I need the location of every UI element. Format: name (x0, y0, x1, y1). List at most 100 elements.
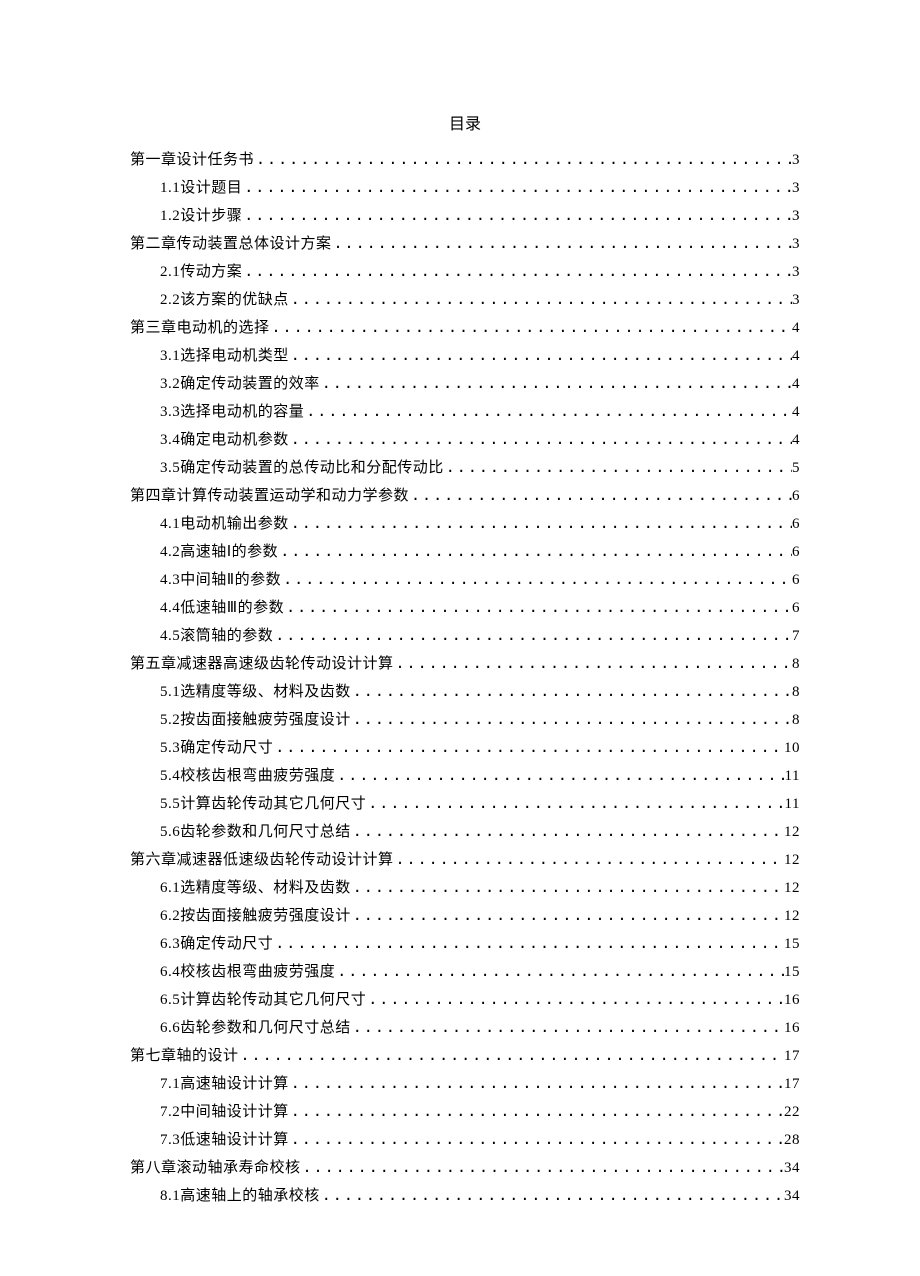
toc-entry-page: 10 (784, 735, 800, 762)
toc-entry-label: 4.2高速轴Ⅰ的参数 (160, 539, 278, 566)
toc-entry-label: 第七章轴的设计 (130, 1043, 239, 1070)
toc-entry: 3.1选择电动机类型4 (130, 342, 800, 370)
toc-leader-dots (254, 146, 792, 173)
page-container: 目录 第一章设计任务书31.1设计题目31.2设计步骤3第二章传动装置总体设计方… (0, 0, 920, 1210)
toc-entry-page: 34 (784, 1155, 800, 1182)
toc-leader-dots (366, 790, 784, 817)
toc-leader-dots (289, 1070, 784, 1097)
toc-entry: 5.2按齿面接触疲劳强度设计8 (130, 706, 800, 734)
toc-entry-label: 2.1传动方案 (160, 259, 242, 286)
toc-leader-dots (284, 594, 792, 621)
toc-leader-dots (281, 566, 792, 593)
toc-leader-dots (273, 622, 792, 649)
toc-entry-page: 16 (784, 1015, 800, 1042)
toc-entry-page: 3 (792, 287, 800, 314)
toc-entry-page: 16 (784, 987, 800, 1014)
toc-entry-label: 6.4校核齿根弯曲疲劳强度 (160, 959, 335, 986)
toc-leader-dots (366, 986, 784, 1013)
toc-entry: 3.3选择电动机的容量4 (130, 398, 800, 426)
toc-entry-page: 11 (785, 763, 800, 790)
toc-leader-dots (289, 1126, 784, 1153)
toc-entry: 4.4低速轴Ⅲ的参数6 (130, 594, 800, 622)
toc-entry: 第七章轴的设计17 (130, 1042, 800, 1070)
toc-entry-label: 5.5计算齿轮传动其它几何尺寸 (160, 791, 366, 818)
toc-entry-page: 7 (792, 623, 800, 650)
toc-leader-dots (351, 1014, 784, 1041)
toc-entry-label: 6.3确定传动尺寸 (160, 931, 273, 958)
toc-entry: 5.5计算齿轮传动其它几何尺寸 11 (130, 790, 800, 818)
toc-entry: 6.5计算齿轮传动其它几何尺寸16 (130, 986, 800, 1014)
toc-entry-label: 7.1高速轴设计计算 (160, 1071, 289, 1098)
toc-entry: 7.3低速轴设计计算28 (130, 1126, 800, 1154)
toc-entry-label: 3.4确定电动机参数 (160, 427, 289, 454)
toc-entry-page: 5 (792, 455, 800, 482)
toc-leader-dots (270, 314, 792, 341)
toc-entry-label: 5.1选精度等级、材料及齿数 (160, 679, 351, 706)
toc-entry-page: 3 (792, 175, 800, 202)
toc-entry: 第五章减速器高速级齿轮传动设计计算 8 (130, 650, 800, 678)
toc-entry: 5.4校核齿根弯曲疲劳强度11 (130, 762, 800, 790)
toc-entry-page: 8 (792, 651, 800, 678)
toc-entry-label: 第五章减速器高速级齿轮传动设计计算 (130, 651, 394, 678)
toc-leader-dots (335, 958, 784, 985)
toc-entry: 第六章减速器低速级齿轮传动设计计算 12 (130, 846, 800, 874)
toc-entry-label: 6.2按齿面接触疲劳强度设计 (160, 903, 351, 930)
toc-entry: 1.2设计步骤 3 (130, 202, 800, 230)
toc-entry: 4.3中间轴Ⅱ的参数 6 (130, 566, 800, 594)
toc-leader-dots (351, 678, 792, 705)
toc-entry: 6.1选精度等级、材料及齿数 12 (130, 874, 800, 902)
toc-leader-dots (409, 482, 792, 509)
toc-entry-page: 11 (785, 791, 800, 818)
toc-entry-label: 第四章计算传动装置运动学和动力学参数 (130, 483, 409, 510)
toc-leader-dots (335, 762, 784, 789)
toc-entry-page: 4 (792, 371, 800, 398)
toc-entry-page: 34 (784, 1183, 800, 1210)
toc-entry: 第二章传动装置总体设计方案3 (130, 230, 800, 258)
toc-entry-label: 3.3选择电动机的容量 (160, 399, 304, 426)
toc-title: 目录 (130, 110, 800, 134)
toc-entry: 7.1高速轴设计计算17 (130, 1070, 800, 1098)
toc-leader-dots (394, 650, 792, 677)
toc-leader-dots (394, 846, 784, 873)
toc-entry-label: 4.1电动机输出参数 (160, 511, 289, 538)
toc-entry: 6.4校核齿根弯曲疲劳强度15 (130, 958, 800, 986)
toc-entry-page: 6 (792, 511, 800, 538)
toc-entry-page: 22 (784, 1099, 800, 1126)
toc-entry: 1.1设计题目 3 (130, 174, 800, 202)
toc-leader-dots (242, 258, 792, 285)
toc-leader-dots (320, 370, 792, 397)
toc-entry-label: 第一章设计任务书 (130, 147, 254, 174)
toc-entry: 6.6齿轮参数和几何尺寸总结16 (130, 1014, 800, 1042)
toc-entry-label: 第六章减速器低速级齿轮传动设计计算 (130, 847, 394, 874)
toc-leader-dots (289, 510, 792, 537)
toc-entry-label: 2.2该方案的优缺点 (160, 287, 289, 314)
toc-entry-page: 3 (792, 147, 800, 174)
toc-entry-page: 12 (784, 875, 800, 902)
toc-entry-page: 12 (784, 903, 800, 930)
toc-entry: 2.1传动方案3 (130, 258, 800, 286)
toc-entry: 7.2中间轴设计计算22 (130, 1098, 800, 1126)
toc-entry-label: 6.1选精度等级、材料及齿数 (160, 875, 351, 902)
toc-entry-page: 3 (792, 203, 800, 230)
toc-entry-page: 6 (792, 567, 800, 594)
toc-entry-page: 6 (792, 595, 800, 622)
toc-entry-page: 12 (784, 847, 800, 874)
toc-entry: 8.1高速轴上的轴承校核34 (130, 1182, 800, 1210)
toc-leader-dots (351, 902, 784, 929)
toc-leader-dots (289, 342, 792, 369)
toc-leader-dots (444, 454, 792, 481)
toc-leader-dots (242, 174, 792, 201)
toc-leader-dots (242, 202, 792, 229)
toc-entry: 6.2按齿面接触疲劳强度设计 12 (130, 902, 800, 930)
toc-entry: 第四章计算传动装置运动学和动力学参数6 (130, 482, 800, 510)
toc-entry-label: 4.5滚筒轴的参数 (160, 623, 273, 650)
toc-entry-label: 1.2设计步骤 (160, 203, 242, 230)
toc-entry-label: 1.1设计题目 (160, 175, 242, 202)
toc-entry-page: 3 (792, 231, 800, 258)
toc-entry: 3.4确定电动机参数4 (130, 426, 800, 454)
toc-entry-label: 5.3确定传动尺寸 (160, 735, 273, 762)
toc-leader-dots (289, 426, 792, 453)
toc-entry-label: 4.3中间轴Ⅱ的参数 (160, 567, 281, 594)
toc-leader-dots (278, 538, 792, 565)
toc-entry: 2.2该方案的优缺点 3 (130, 286, 800, 314)
